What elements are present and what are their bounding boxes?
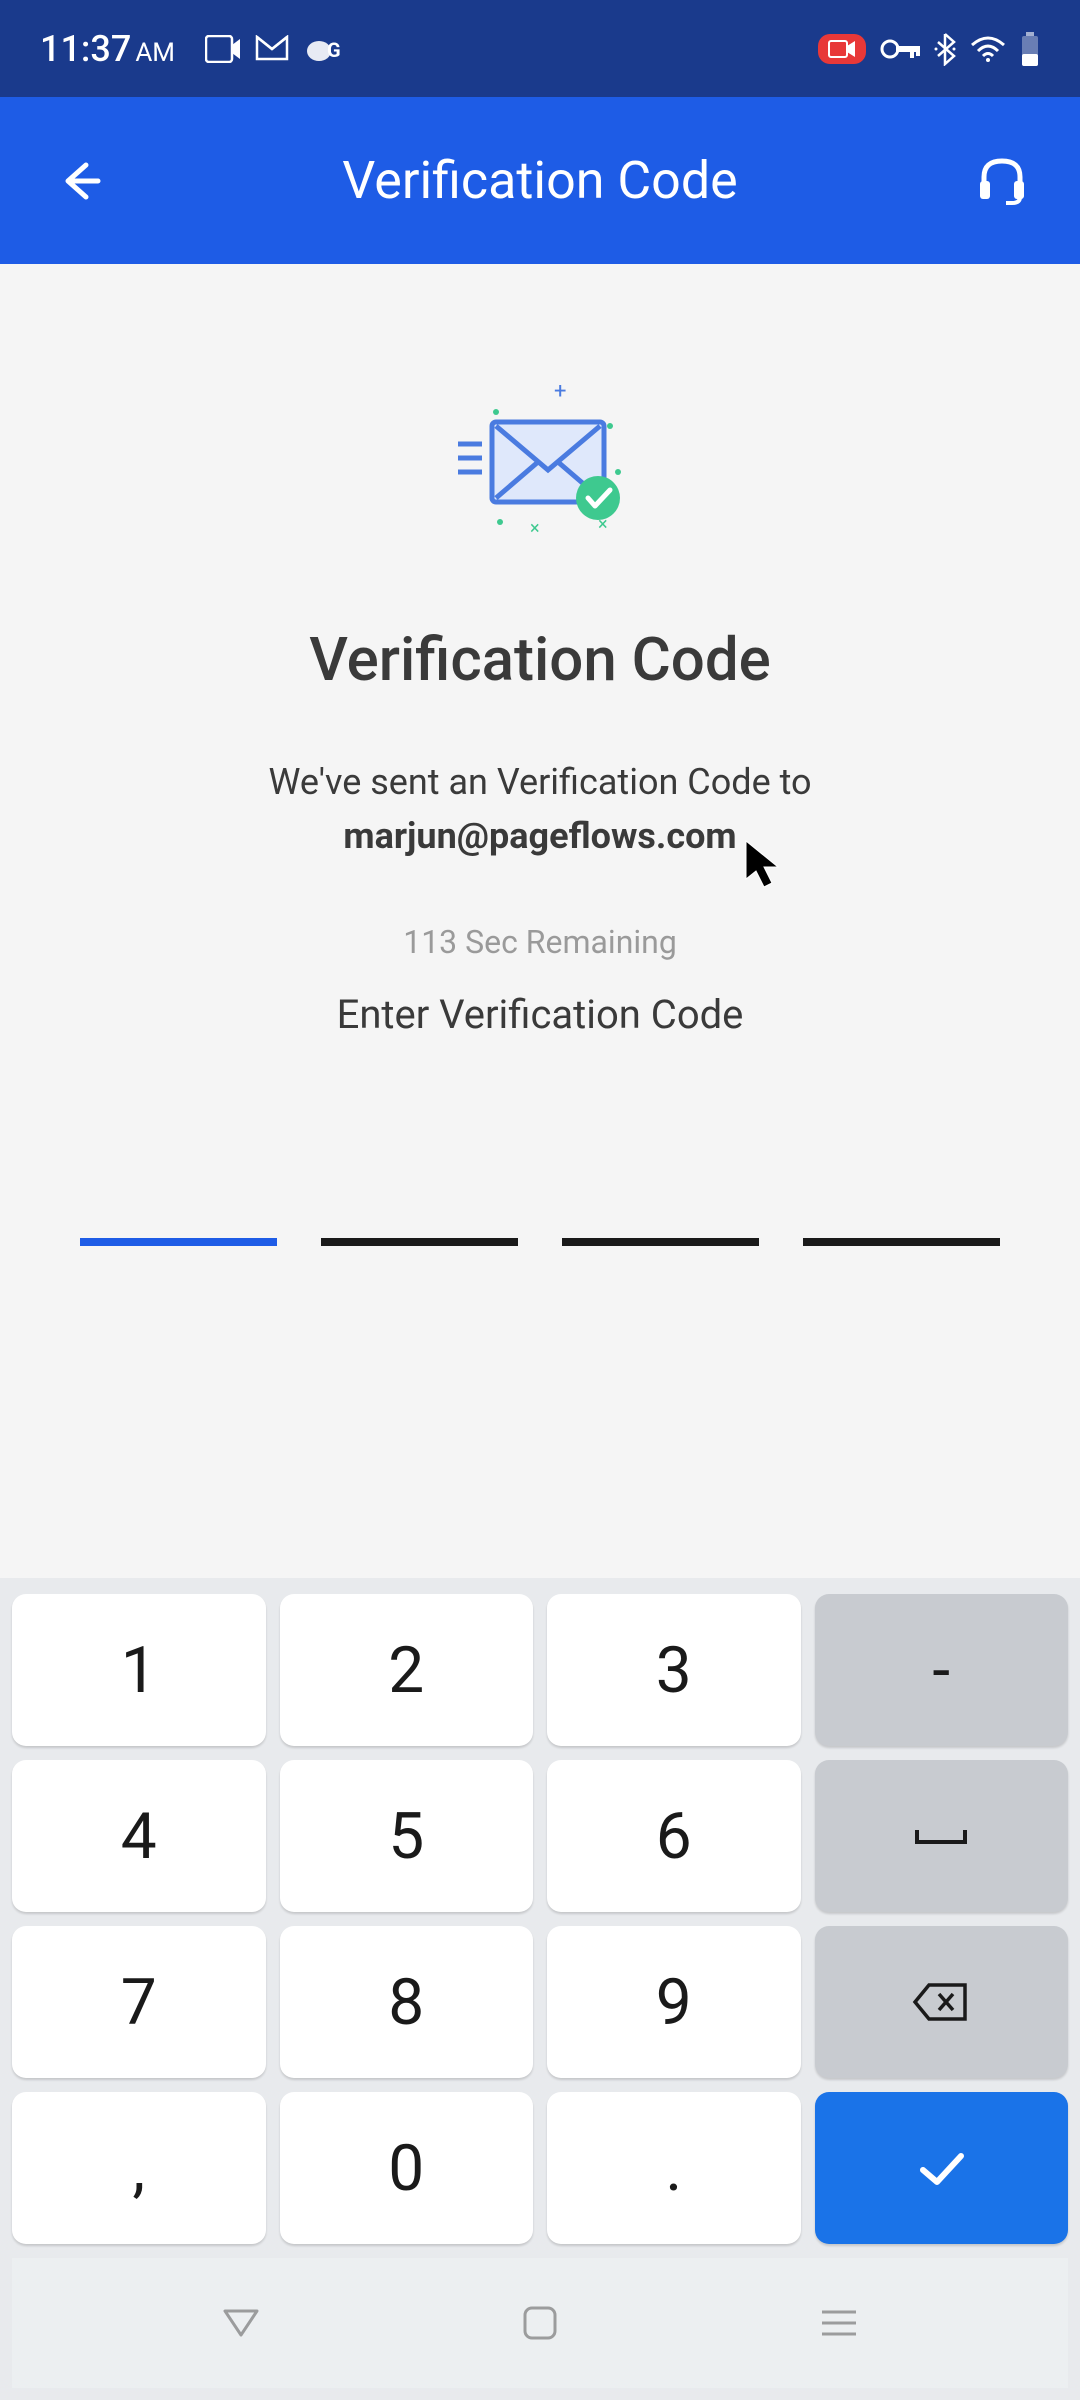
status-bar: 11:37 AM G xyxy=(0,0,1080,97)
status-time: 11:37 AM xyxy=(40,28,175,70)
vpn-key-icon xyxy=(880,38,920,60)
svg-text:×: × xyxy=(530,518,540,539)
key-dash[interactable]: - xyxy=(815,1594,1069,1746)
bluetooth-icon xyxy=(934,32,956,66)
envelope-illustration: + × × xyxy=(440,384,640,544)
camera-icon xyxy=(205,35,241,63)
key-space[interactable] xyxy=(815,1760,1069,1912)
key-5[interactable]: 5 xyxy=(280,1760,534,1912)
key-7[interactable]: 7 xyxy=(12,1926,266,2078)
status-right xyxy=(818,32,1040,66)
svg-text:G: G xyxy=(327,38,341,62)
key-enter[interactable] xyxy=(815,2092,1069,2244)
code-digit-1[interactable] xyxy=(80,1238,277,1246)
nav-back-button[interactable] xyxy=(216,2298,266,2348)
key-6[interactable]: 6 xyxy=(547,1760,801,1912)
weather-icon: G xyxy=(303,35,345,63)
key-comma[interactable]: , xyxy=(12,2092,266,2244)
key-8[interactable]: 8 xyxy=(280,1926,534,2078)
battery-icon xyxy=(1020,32,1040,66)
sent-email: marjun@pageflows.com xyxy=(343,815,736,857)
key-3[interactable]: 3 xyxy=(547,1594,801,1746)
recording-badge xyxy=(818,34,866,64)
wifi-icon xyxy=(970,35,1006,63)
key-backspace[interactable] xyxy=(815,1926,1069,2078)
code-digit-2[interactable] xyxy=(321,1238,518,1246)
enter-code-label: Enter Verification Code xyxy=(337,991,744,1038)
nav-recent-button[interactable] xyxy=(814,2298,864,2348)
app-bar-title: Verification Code xyxy=(342,150,737,211)
sent-text: We've sent an Verification Code to marju… xyxy=(268,755,811,863)
system-nav-bar xyxy=(12,2258,1068,2388)
status-left: 11:37 AM G xyxy=(40,28,345,70)
key-0[interactable]: 0 xyxy=(280,2092,534,2244)
key-1[interactable]: 1 xyxy=(12,1594,266,1746)
key-4[interactable]: 4 xyxy=(12,1760,266,1912)
key-9[interactable]: 9 xyxy=(547,1926,801,2078)
nav-home-button[interactable] xyxy=(515,2298,565,2348)
code-input-container xyxy=(0,1238,1080,1246)
page-heading: Verification Code xyxy=(309,624,771,695)
code-digit-4[interactable] xyxy=(803,1238,1000,1246)
countdown-timer: 113 Sec Remaining xyxy=(403,923,677,961)
gmail-icon xyxy=(255,35,289,63)
svg-text:+: + xyxy=(554,384,566,404)
app-bar: Verification Code xyxy=(0,97,1080,264)
key-2[interactable]: 2 xyxy=(280,1594,534,1746)
support-button[interactable] xyxy=(974,151,1030,211)
main-content: + × × Verification Code We've sent an Ve… xyxy=(0,264,1080,1246)
back-button[interactable] xyxy=(50,151,110,211)
sent-text-line1: We've sent an Verification Code to xyxy=(268,761,811,803)
code-digit-3[interactable] xyxy=(562,1238,759,1246)
status-icons-left: G xyxy=(205,35,345,63)
numeric-keyboard: 1 2 3 - 4 5 6 7 8 9 , 0 . xyxy=(0,1578,1080,2400)
key-dot[interactable]: . xyxy=(547,2092,801,2244)
